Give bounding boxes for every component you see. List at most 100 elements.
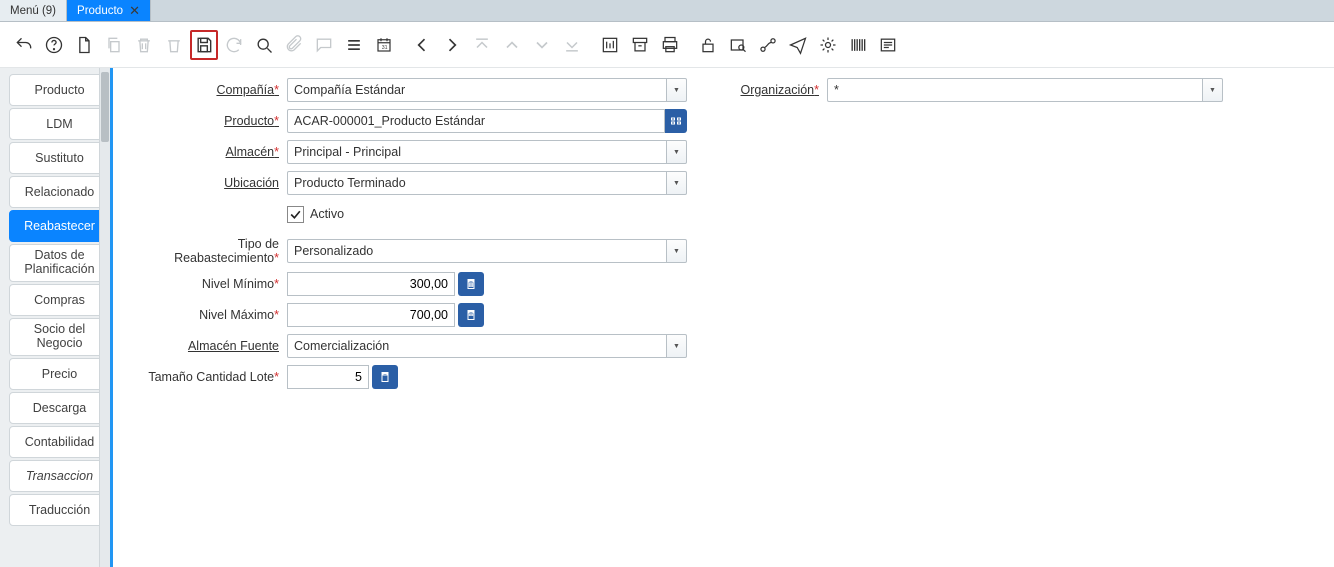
almacen-field[interactable]: Principal - Principal ▼ [287,140,687,164]
window-tab-bar: Menú (9) Producto ✕ [0,0,1334,22]
chevron-down-icon[interactable]: ▼ [667,78,687,102]
scrollbar-thumb[interactable] [101,72,109,142]
tamano-lote-field[interactable] [287,365,398,389]
new-icon[interactable] [70,30,98,60]
list-icon[interactable] [340,30,368,60]
vtab-label: Traducción [29,503,90,517]
vtab-label: Socio del Negocio [14,323,105,351]
vtab-contabilidad[interactable]: Contabilidad [9,426,110,458]
organizacion-field[interactable]: * ▼ [827,78,1223,102]
note-icon[interactable] [874,30,902,60]
tipo-reabast-value: Personalizado [287,239,667,263]
close-icon[interactable]: ✕ [129,4,140,17]
chevron-down-icon[interactable]: ▼ [1203,78,1223,102]
vtab-label: Reabastecer [24,219,95,233]
tipo-reabast-field[interactable]: Personalizado ▼ [287,239,687,263]
next-icon[interactable] [438,30,466,60]
calculator-icon[interactable] [458,303,484,327]
tamano-lote-input[interactable] [287,365,369,389]
activo-label: Activo [310,207,344,221]
search-icon[interactable] [250,30,278,60]
vtab-label: Contabilidad [25,435,95,449]
chevron-down-icon[interactable]: ▼ [667,171,687,195]
undo-icon[interactable] [10,30,38,60]
vtab-sustituto[interactable]: Sustituto [9,142,110,174]
down-icon [528,30,556,60]
archive-icon[interactable] [626,30,654,60]
print-icon[interactable] [656,30,684,60]
help-icon[interactable] [40,30,68,60]
producto-field[interactable]: ACAR-000001_Producto Estándar [287,109,687,133]
side-tabs: Producto LDM Sustituto Relacionado Reaba… [0,68,113,567]
lock-icon[interactable] [694,30,722,60]
label-nivel-max: Nivel Máximo* [131,308,279,322]
label-compania: Compañía* [131,83,279,97]
vtab-ldm[interactable]: LDM [9,108,110,140]
barcode-icon[interactable] [844,30,872,60]
activo-checkbox[interactable] [287,206,304,223]
label-producto: Producto* [131,114,279,128]
vtab-label: Descarga [33,401,87,415]
copy-icon [100,30,128,60]
compania-field[interactable]: Compañía Estándar ▼ [287,78,687,102]
organizacion-value: * [827,78,1203,102]
calculator-icon[interactable] [458,272,484,296]
chevron-down-icon[interactable]: ▼ [667,334,687,358]
top-icon [468,30,496,60]
delete-icon [130,30,158,60]
vtab-label: Transaccion [26,469,93,483]
producto-value: ACAR-000001_Producto Estándar [287,109,665,133]
lookup-icon[interactable] [665,109,687,133]
ubicacion-field[interactable]: Producto Terminado ▼ [287,171,687,195]
tab-producto[interactable]: Producto ✕ [67,0,151,21]
workflow-icon[interactable] [754,30,782,60]
vtab-descarga[interactable]: Descarga [9,392,110,424]
vtab-transaccion[interactable]: Transaccion [9,460,110,492]
chevron-down-icon[interactable]: ▼ [667,239,687,263]
nivel-min-input[interactable] [287,272,455,296]
zoom-icon[interactable] [724,30,752,60]
almacen-value: Principal - Principal [287,140,667,164]
vtab-compras[interactable]: Compras [9,284,110,316]
nivel-min-field[interactable] [287,272,484,296]
vtab-label: Relacionado [25,185,95,199]
prev-icon[interactable] [408,30,436,60]
chat-icon [310,30,338,60]
vtab-reabastecer[interactable]: Reabastecer [9,210,110,242]
gear-icon[interactable] [814,30,842,60]
tab-menu-label: Menú (9) [10,5,56,17]
delete2-icon [160,30,188,60]
tab-menu[interactable]: Menú (9) [0,0,67,21]
bottom-icon [558,30,586,60]
almacen-fuente-field[interactable]: Comercialización ▼ [287,334,687,358]
nivel-max-input[interactable] [287,303,455,327]
vtab-socio[interactable]: Socio del Negocio [9,318,110,356]
attach-icon [280,30,308,60]
vtab-label: Datos de Planificación [14,249,105,277]
vtab-precio[interactable]: Precio [9,358,110,390]
up-icon [498,30,526,60]
calculator-icon[interactable] [372,365,398,389]
save-icon[interactable] [190,30,218,60]
toolbar: 31 [0,22,1334,68]
vtab-label: Sustituto [35,151,84,165]
label-almacen-fuente: Almacén Fuente [131,339,279,353]
nivel-max-field[interactable] [287,303,484,327]
label-nivel-min: Nivel Mínimo* [131,277,279,291]
send-icon[interactable] [784,30,812,60]
chevron-down-icon[interactable]: ▼ [667,140,687,164]
refresh-icon [220,30,248,60]
report-icon[interactable] [596,30,624,60]
side-scrollbar[interactable] [99,68,110,567]
label-tamano-lote: Tamaño Cantidad Lote* [131,370,279,384]
svg-text:31: 31 [382,44,388,50]
vtab-producto[interactable]: Producto [9,74,110,106]
vtab-label: Producto [34,83,84,97]
vtab-label: Compras [34,293,85,307]
calendar-icon[interactable]: 31 [370,30,398,60]
vtab-datos-plan[interactable]: Datos de Planificación [9,244,110,282]
vtab-relacionado[interactable]: Relacionado [9,176,110,208]
vtab-traduccion[interactable]: Traducción [9,494,110,526]
vtab-label: LDM [46,117,72,131]
tab-producto-label: Producto [77,5,123,17]
